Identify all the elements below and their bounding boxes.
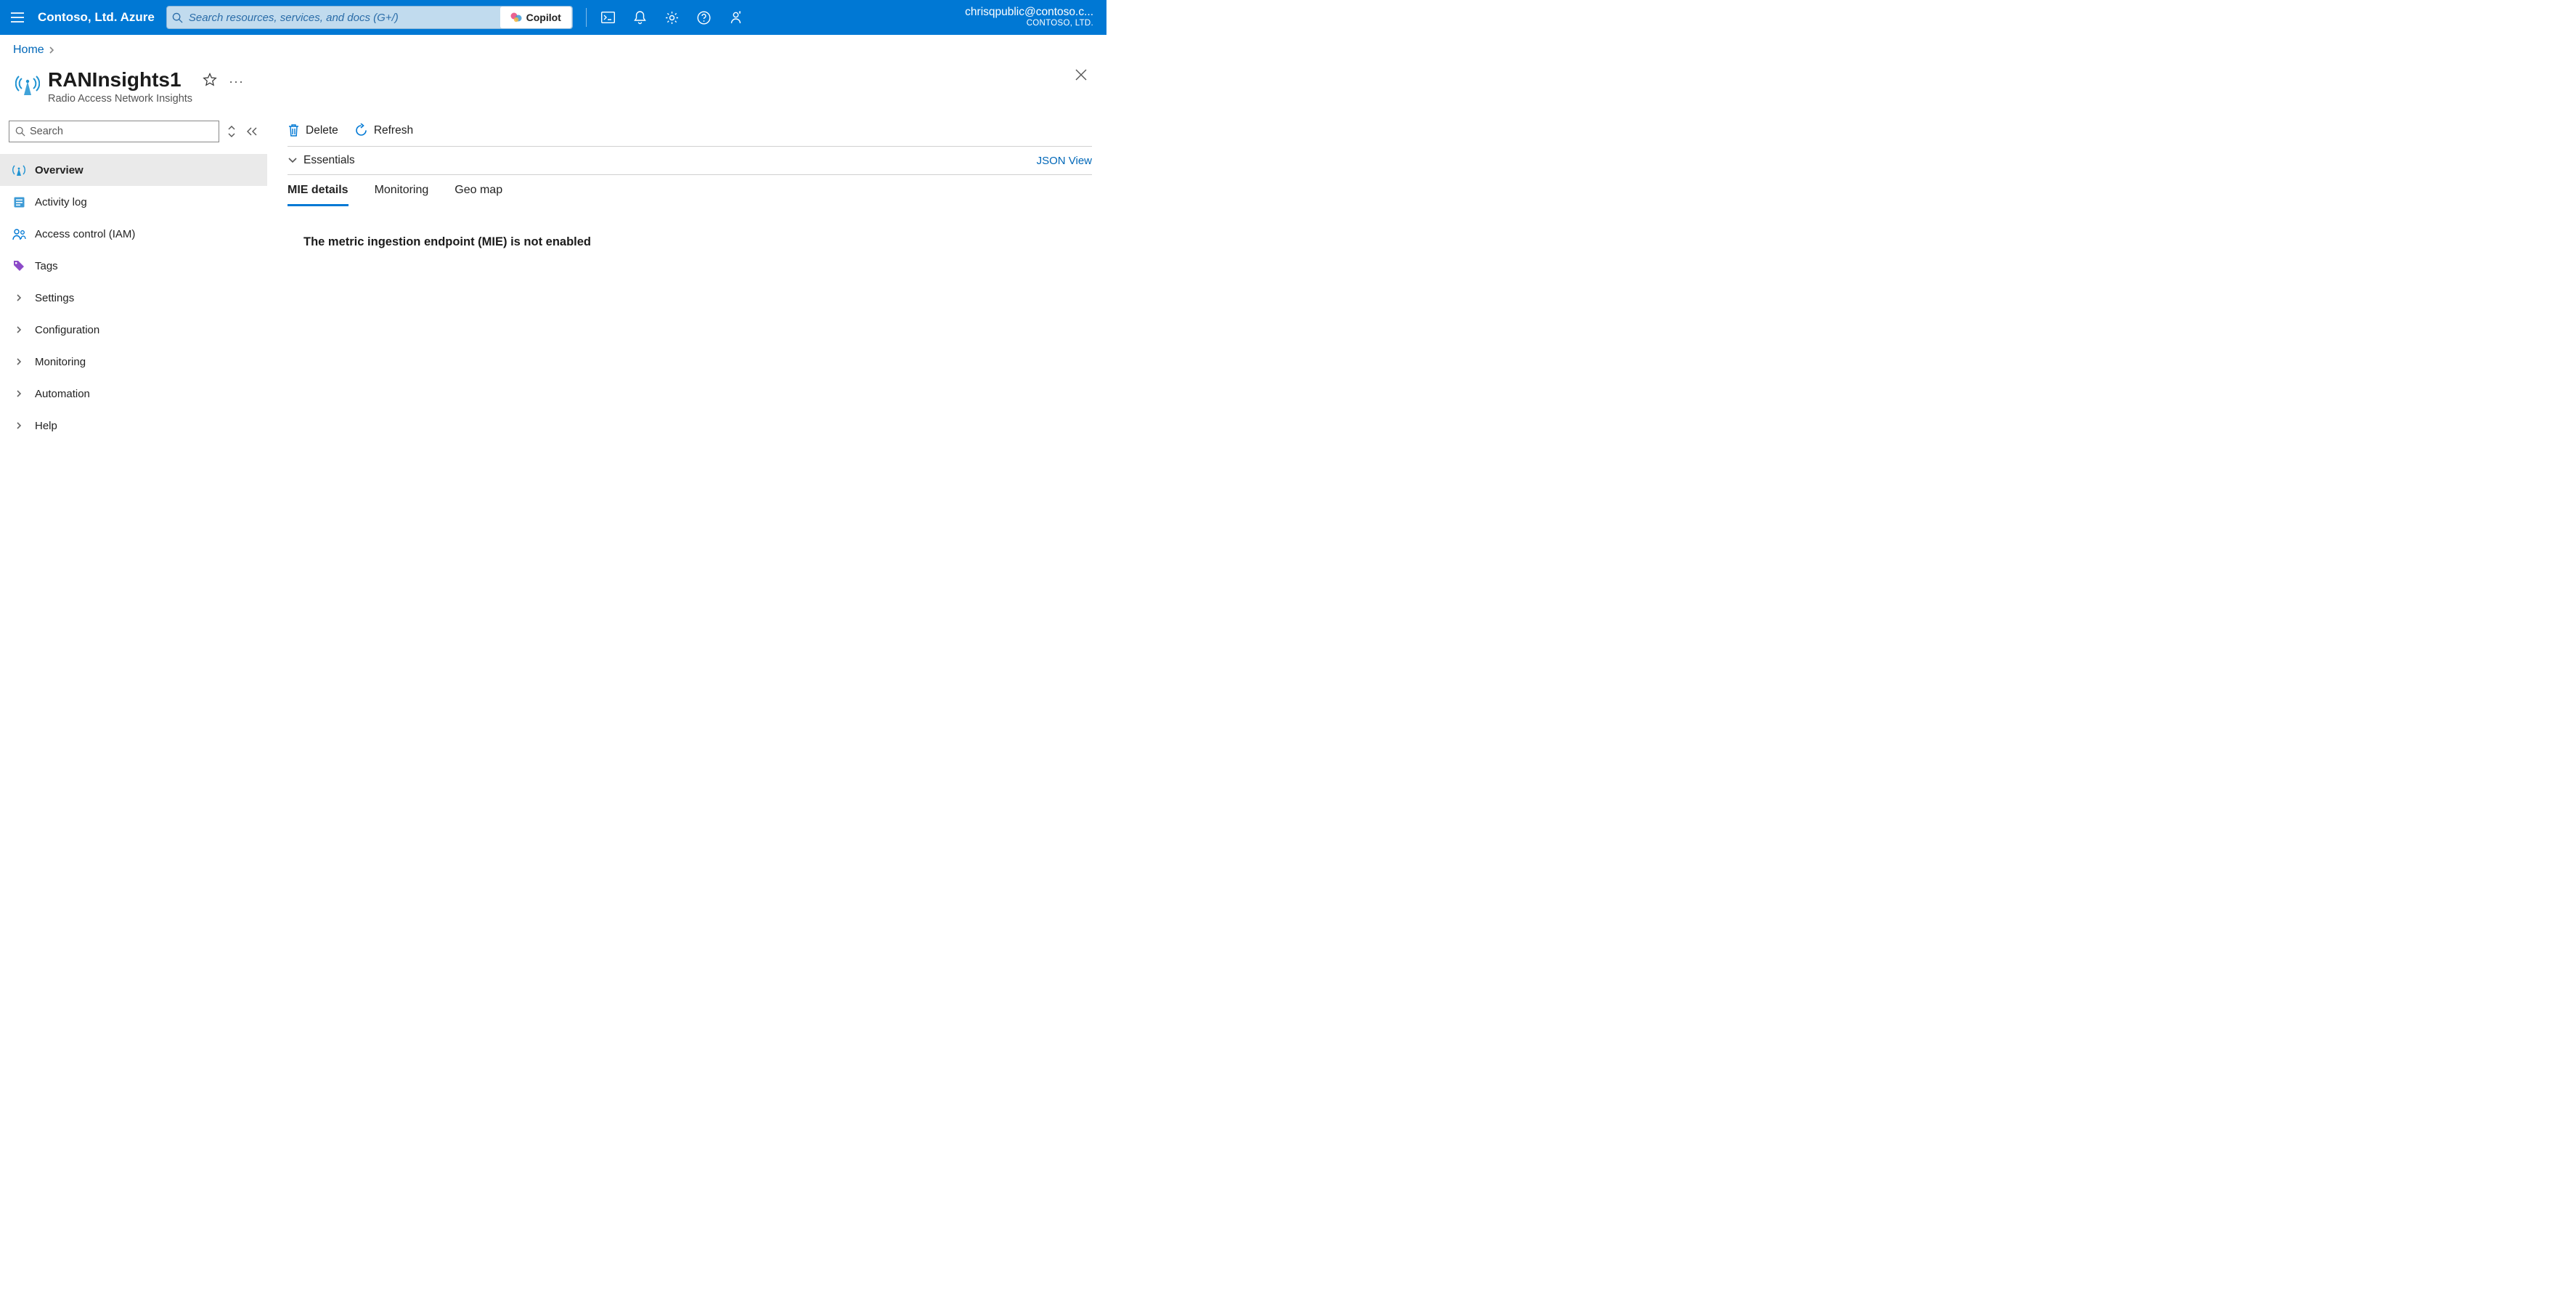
topbar-icons [592, 0, 752, 35]
sidebar-menu: Overview Activity log Access control (IA… [0, 154, 267, 442]
json-view-link[interactable]: JSON View [1037, 155, 1092, 167]
copilot-icon [510, 12, 522, 23]
feedback-icon [729, 11, 743, 25]
settings-button[interactable] [656, 0, 688, 35]
account-menu[interactable]: chrisqpublic@contoso.c... CONTOSO, LTD. [958, 6, 1106, 28]
main-pane: Delete Refresh Essentials JSON View MIE … [267, 107, 1106, 442]
chevron-right-icon [47, 46, 56, 54]
sidebar-item-configuration[interactable]: Configuration [0, 314, 267, 346]
page-header: RANInsights1 Radio Access Network Insigh… [0, 61, 1106, 107]
favorite-button[interactable] [203, 73, 217, 87]
chevron-right-icon [12, 357, 26, 366]
resource-type-icon [13, 70, 42, 99]
refresh-button[interactable]: Refresh [354, 123, 413, 137]
refresh-icon [354, 123, 368, 137]
copilot-button[interactable]: Copilot [500, 7, 571, 28]
delete-button[interactable]: Delete [288, 123, 338, 137]
sidebar-item-automation[interactable]: Automation [0, 378, 267, 410]
breadcrumb-home[interactable]: Home [13, 44, 44, 57]
account-tenant: CONTOSO, LTD. [965, 19, 1093, 28]
essentials-header: Essentials JSON View [288, 147, 1092, 174]
refresh-label: Refresh [374, 124, 413, 137]
topbar-divider [586, 8, 587, 27]
sidebar-item-activity-log[interactable]: Activity log [0, 186, 267, 218]
sidebar-item-label: Overview [35, 164, 83, 176]
antenna-icon [12, 163, 26, 176]
help-icon [697, 11, 711, 25]
log-icon [12, 196, 26, 208]
more-actions-button[interactable]: ··· [229, 74, 244, 89]
sidebar-item-settings[interactable]: Settings [0, 282, 267, 314]
page-subtitle: Radio Access Network Insights [48, 93, 192, 105]
chevron-right-icon [12, 389, 26, 398]
content-columns: Overview Activity log Access control (IA… [0, 107, 1106, 442]
star-icon [203, 73, 217, 87]
brand-label[interactable]: Contoso, Ltd. Azure [35, 10, 163, 25]
chevron-down-icon [288, 157, 298, 164]
sidebar-search-row [0, 107, 267, 147]
hamburger-icon [11, 12, 24, 23]
sidebar-item-access-control[interactable]: Access control (IAM) [0, 218, 267, 250]
sidebar-item-overview[interactable]: Overview [0, 154, 267, 186]
sidebar-search[interactable] [9, 121, 219, 142]
sidebar-item-help[interactable]: Help [0, 410, 267, 442]
sidebar-item-tags[interactable]: Tags [0, 250, 267, 282]
tab-monitoring[interactable]: Monitoring [375, 184, 429, 206]
chevron-right-icon [12, 325, 26, 334]
hamburger-menu-button[interactable] [0, 0, 35, 35]
cloud-shell-icon [601, 12, 615, 23]
status-message: The metric ingestion endpoint (MIE) is n… [288, 206, 1092, 249]
sidebar: Overview Activity log Access control (IA… [0, 107, 267, 442]
sidebar-item-label: Access control (IAM) [35, 228, 135, 240]
tag-icon [12, 259, 26, 272]
tab-mie-details[interactable]: MIE details [288, 184, 349, 206]
trash-icon [288, 123, 300, 137]
tabs: MIE details Monitoring Geo map [288, 175, 1092, 206]
sidebar-sort-button[interactable] [225, 125, 238, 138]
essentials-toggle[interactable] [288, 157, 298, 164]
sidebar-collapse-button[interactable] [244, 126, 260, 137]
sidebar-item-label: Monitoring [35, 356, 86, 368]
gear-icon [665, 11, 679, 25]
search-icon [167, 12, 189, 23]
chevron-right-icon [12, 293, 26, 302]
sidebar-item-label: Tags [35, 260, 58, 272]
tab-geo-map[interactable]: Geo map [455, 184, 502, 206]
topbar: Contoso, Ltd. Azure Copilot chrisqpublic… [0, 0, 1106, 35]
search-icon [12, 126, 28, 137]
sidebar-item-label: Automation [35, 388, 90, 400]
command-bar: Delete Refresh [288, 107, 1092, 146]
sidebar-item-label: Activity log [35, 196, 87, 208]
expand-collapse-icon [227, 125, 236, 138]
sidebar-item-label: Configuration [35, 324, 99, 336]
feedback-button[interactable] [720, 0, 752, 35]
essentials-label: Essentials [303, 154, 355, 167]
cloud-shell-button[interactable] [592, 0, 624, 35]
sidebar-item-monitoring[interactable]: Monitoring [0, 346, 267, 378]
chevron-double-left-icon [246, 126, 258, 137]
help-button[interactable] [688, 0, 720, 35]
close-icon [1075, 68, 1088, 81]
sidebar-item-label: Settings [35, 292, 74, 304]
ellipsis-icon: ··· [229, 74, 244, 89]
account-email: chrisqpublic@contoso.c... [965, 6, 1093, 19]
global-search[interactable]: Copilot [166, 6, 573, 29]
sidebar-search-input[interactable] [28, 126, 216, 137]
bell-icon [634, 11, 646, 25]
antenna-icon [15, 72, 40, 97]
global-search-input[interactable] [189, 12, 500, 24]
people-icon [12, 228, 26, 240]
breadcrumb: Home [0, 35, 1106, 61]
chevron-right-icon [12, 421, 26, 430]
notifications-button[interactable] [624, 0, 656, 35]
sidebar-item-label: Help [35, 420, 57, 432]
close-blade-button[interactable] [1075, 68, 1092, 81]
page-title: RANInsights1 [48, 68, 182, 91]
copilot-label: Copilot [526, 12, 561, 23]
delete-label: Delete [306, 124, 338, 137]
